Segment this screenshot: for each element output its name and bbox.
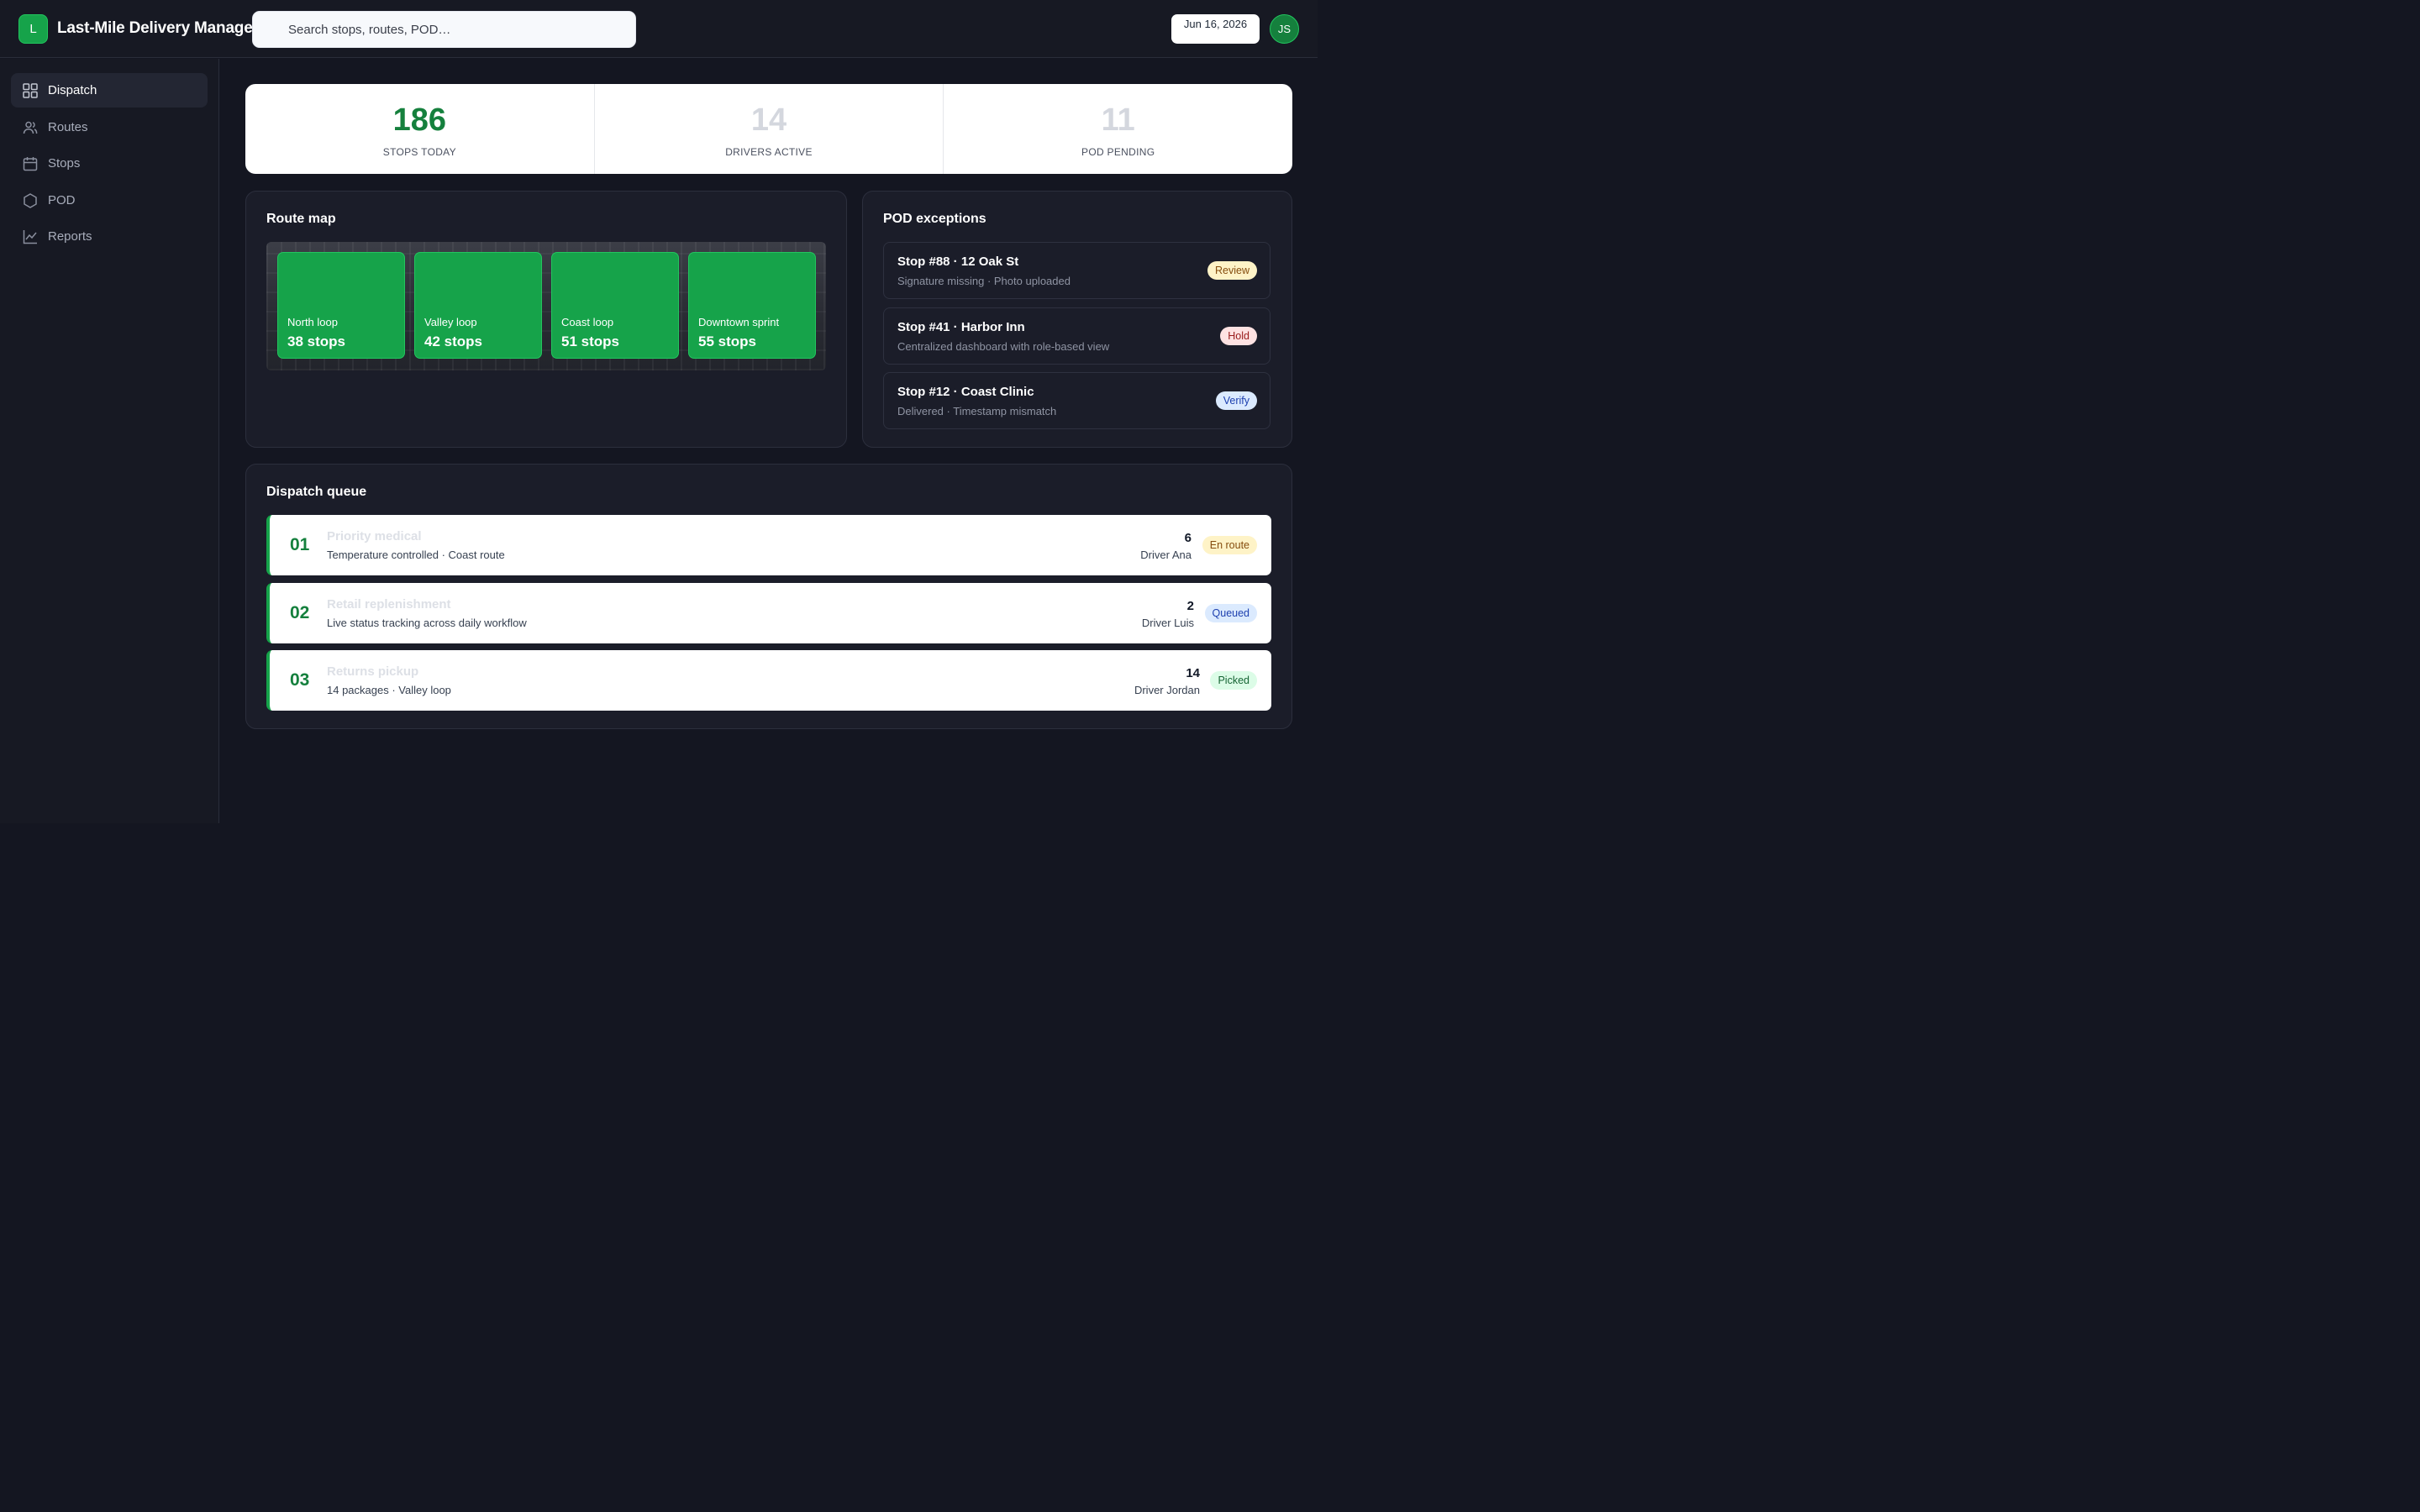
- exception-subtitle: Centralized dashboard with role-based vi…: [897, 340, 1110, 353]
- sidebar-item-pod[interactable]: POD: [11, 183, 208, 218]
- driver-name: Driver Ana: [1140, 549, 1192, 561]
- user-avatar[interactable]: JS: [1270, 14, 1299, 44]
- queue-item[interactable]: 02 Retail replenishment Live status trac…: [266, 583, 1271, 643]
- sidebar-item-label: POD: [48, 193, 76, 207]
- queue-number: 03: [290, 670, 310, 690]
- exception-subtitle: Delivered · Timestamp mismatch: [897, 405, 1057, 417]
- stat-value: 14: [750, 102, 787, 138]
- sidebar-item-dispatch[interactable]: Dispatch: [11, 73, 208, 108]
- sidebar: Dispatch Routes Stops POD Reports: [0, 59, 219, 823]
- route-map-panel: Route map North loop 38 stops Valley loo…: [245, 191, 847, 448]
- top-header: L Last-Mile Delivery Manager Jun 16, 202…: [0, 0, 1318, 58]
- panel-title: Route map: [266, 212, 336, 226]
- status-badge: En route: [1202, 536, 1257, 554]
- route-stops: 42 stops: [424, 333, 482, 349]
- queue-item[interactable]: 03 Returns pickup 14 packages · Valley l…: [266, 650, 1271, 711]
- route-name: Valley loop: [424, 316, 477, 328]
- stat-value: 11: [1101, 102, 1135, 138]
- package-count: 14: [1186, 666, 1200, 680]
- queue-title: Returns pickup: [327, 664, 419, 679]
- route-card-valley-loop[interactable]: Valley loop 42 stops: [414, 252, 542, 359]
- queue-title: Retail replenishment: [327, 597, 451, 612]
- route-name: Coast loop: [561, 316, 614, 328]
- driver-name: Driver Luis: [1141, 617, 1194, 629]
- stat-label: STOPS TODAY: [382, 146, 456, 158]
- route-stops: 55 stops: [698, 333, 756, 349]
- stat-drivers-active: 14 DRIVERS ACTIVE: [593, 84, 944, 174]
- status-badge: Picked: [1210, 671, 1257, 690]
- route-name: Downtown sprint: [698, 316, 780, 328]
- sidebar-item-reports[interactable]: Reports: [11, 219, 208, 254]
- exception-item[interactable]: Stop #12 · Coast Clinic Delivered · Time…: [883, 372, 1270, 429]
- pod-exceptions-panel: POD exceptions Stop #88 · 12 Oak St Sign…: [862, 191, 1292, 448]
- exception-title: Stop #88 · 12 Oak St: [897, 255, 1019, 269]
- sidebar-item-stops[interactable]: Stops: [11, 146, 208, 181]
- panel-title: Dispatch queue: [266, 485, 367, 499]
- date-picker-button[interactable]: Jun 16, 2026: [1171, 14, 1260, 44]
- exception-subtitle: Signature missing · Photo uploaded: [897, 275, 1071, 287]
- stat-label: DRIVERS ACTIVE: [725, 146, 813, 158]
- route-card-coast-loop[interactable]: Coast loop 51 stops: [551, 252, 679, 359]
- sidebar-item-label: Reports: [48, 229, 92, 244]
- exception-item[interactable]: Stop #41 · Harbor Inn Centralized dashbo…: [883, 307, 1270, 365]
- route-stops: 38 stops: [287, 333, 345, 349]
- package-count: 2: [1186, 599, 1194, 613]
- status-badge: Verify: [1215, 391, 1257, 410]
- search-input[interactable]: [253, 12, 635, 47]
- sidebar-item-label: Routes: [48, 120, 88, 134]
- queue-item[interactable]: 01 Priority medical Temperature controll…: [266, 515, 1271, 575]
- stat-pod-pending: 11 POD PENDING: [943, 84, 1292, 174]
- queue-number: 01: [290, 535, 310, 554]
- dispatch-queue-panel: Dispatch queue 01 Priority medical Tempe…: [245, 464, 1292, 729]
- users-icon: [23, 121, 38, 134]
- route-map[interactable]: North loop 38 stops Valley loop 42 stops…: [266, 242, 826, 370]
- route-card-north-loop[interactable]: North loop 38 stops: [277, 252, 405, 359]
- stat-label: POD PENDING: [1081, 146, 1155, 158]
- exception-item[interactable]: Stop #88 · 12 Oak St Signature missing ·…: [883, 242, 1270, 299]
- driver-name: Driver Jordan: [1134, 684, 1200, 696]
- sidebar-item-routes[interactable]: Routes: [11, 110, 208, 144]
- app-title: Last-Mile Delivery Manager: [57, 19, 259, 37]
- queue-number: 02: [290, 603, 310, 622]
- queue-title: Priority medical: [327, 529, 422, 543]
- sidebar-item-label: Dispatch: [48, 83, 97, 97]
- queue-subtitle: Live status tracking across daily workfl…: [327, 617, 527, 629]
- stat-stops-today: 186 STOPS TODAY: [245, 84, 594, 174]
- status-badge: Review: [1207, 261, 1257, 280]
- exception-title: Stop #12 · Coast Clinic: [897, 385, 1034, 399]
- chart-line-icon: [23, 229, 37, 244]
- hexagon-icon: [24, 192, 37, 208]
- sidebar-item-label: Stops: [48, 156, 81, 171]
- stat-value: 186: [392, 102, 447, 138]
- grid-icon: [23, 82, 38, 98]
- status-badge: Hold: [1220, 327, 1257, 345]
- app-logo[interactable]: L: [18, 14, 48, 44]
- calendar-icon: [23, 156, 38, 171]
- package-count: 6: [1184, 531, 1192, 545]
- search-box[interactable]: [252, 11, 636, 48]
- route-name: North loop: [287, 316, 338, 328]
- panel-title: POD exceptions: [883, 212, 986, 226]
- exception-title: Stop #41 · Harbor Inn: [897, 320, 1025, 334]
- stats-card: 186 STOPS TODAY 14 DRIVERS ACTIVE 11 POD…: [245, 84, 1292, 174]
- queue-subtitle: Temperature controlled · Coast route: [327, 549, 505, 561]
- route-card-downtown-sprint[interactable]: Downtown sprint 55 stops: [688, 252, 816, 359]
- route-stops: 51 stops: [561, 333, 619, 349]
- status-badge: Queued: [1204, 604, 1257, 622]
- queue-subtitle: 14 packages · Valley loop: [327, 684, 451, 696]
